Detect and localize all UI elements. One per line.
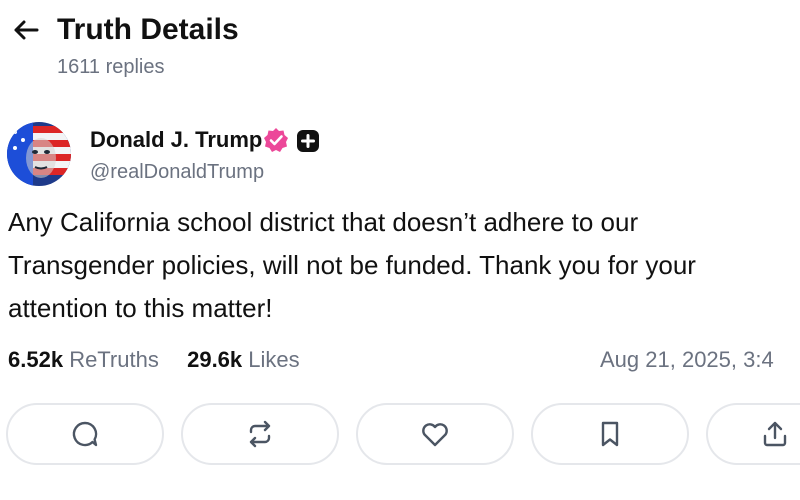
plus-badge-icon (297, 130, 319, 152)
post-text: Any California school district that does… (8, 207, 696, 323)
post-stats: 6.52k ReTruths 29.6k Likes (8, 343, 300, 377)
retruths-count: 6.52k (8, 347, 64, 372)
share-button[interactable] (706, 403, 800, 465)
likes-label: Likes (248, 347, 300, 372)
arrow-left-icon (13, 19, 39, 41)
back-button[interactable] (8, 12, 44, 48)
avatar[interactable] (7, 122, 71, 186)
bookmark-icon (595, 419, 625, 449)
retruth-icon (245, 419, 275, 449)
page-title: Truth Details (57, 13, 239, 46)
like-icon (420, 419, 450, 449)
likes-count: 29.6k (187, 347, 243, 372)
author-name[interactable]: Donald J. Trump (90, 125, 262, 155)
author-handle[interactable]: @realDonaldTrump (90, 158, 264, 186)
post-timestamp: Aug 21, 2025, 3:4 (600, 347, 774, 372)
like-button[interactable] (356, 403, 514, 465)
page-header: Truth Details 1611 replies (0, 0, 800, 90)
retruths-stat[interactable]: 6.52k ReTruths (8, 347, 165, 372)
bookmark-button[interactable] (531, 403, 689, 465)
retruth-button[interactable] (181, 403, 339, 465)
likes-stat[interactable]: 29.6k Likes (187, 347, 300, 372)
reply-icon (70, 419, 100, 449)
retruths-label: ReTruths (69, 347, 159, 372)
replies-count: 1611 replies (57, 56, 165, 78)
verified-badge-icon (263, 127, 289, 153)
reply-button[interactable] (6, 403, 164, 465)
share-icon (760, 419, 790, 449)
